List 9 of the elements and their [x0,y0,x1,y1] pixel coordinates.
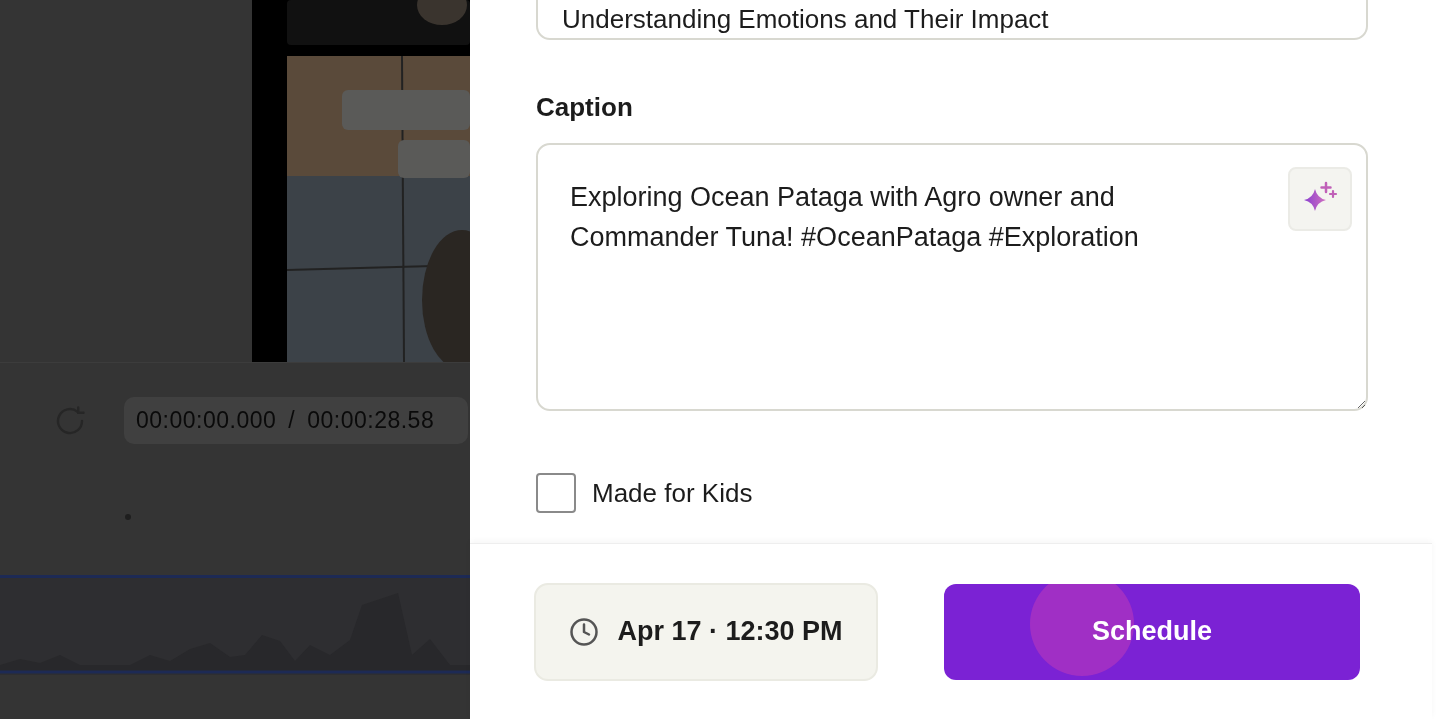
schedule-button[interactable]: Schedule [944,583,1360,680]
title-field[interactable]: Understanding Emotions and Their Impact [536,0,1368,40]
checkbox-label: Made for Kids [592,477,753,509]
caption-label: Caption [536,92,634,123]
checkbox[interactable] [536,473,576,513]
ai-sparkle-button[interactable] [1288,167,1352,231]
caption-field[interactable]: Exploring Ocean Pataga with Agro owner and Commander Tuna! #OceanPataga #Exploration [538,145,1366,409]
schedule-time-button[interactable]: Apr 17 · 12:30 PM [534,582,878,681]
clock-icon [569,616,600,647]
